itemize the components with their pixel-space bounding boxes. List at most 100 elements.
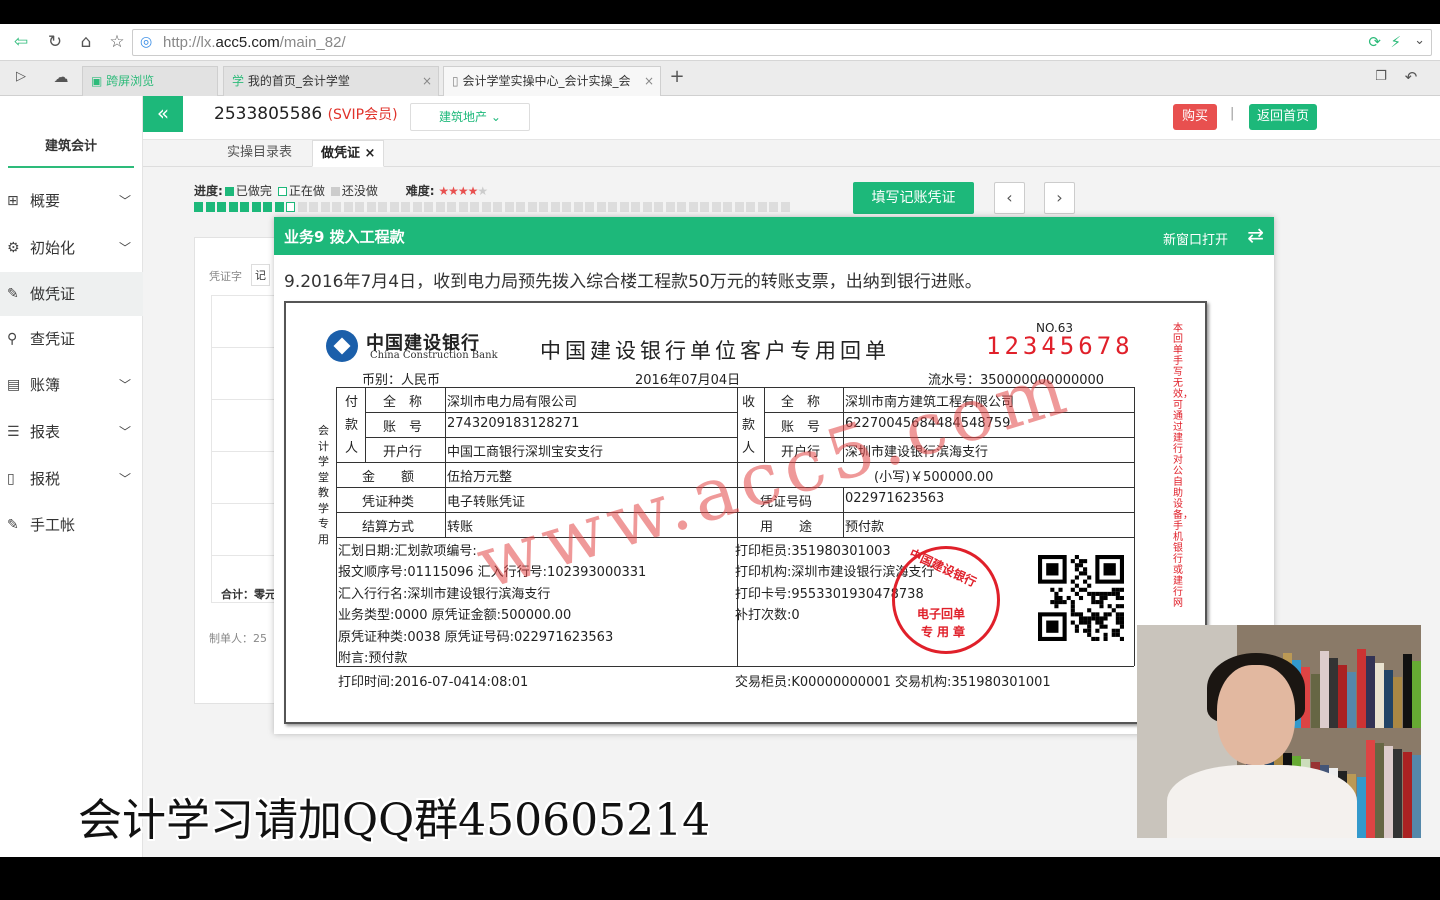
reload-icon[interactable]: ↻: [42, 30, 68, 54]
progress-cell[interactable]: [458, 202, 468, 212]
brand-underline: [8, 166, 134, 168]
todo-swatch: [330, 187, 340, 196]
difficulty-stars: ★★★★★: [438, 184, 488, 198]
progress-cell[interactable]: [608, 202, 617, 212]
progress-cell[interactable]: [297, 202, 307, 212]
progress-cell[interactable]: [539, 202, 548, 212]
close-icon[interactable]: ×: [365, 146, 376, 161]
back-home-button[interactable]: 返回首页: [1249, 104, 1317, 130]
sidebar-item-report[interactable]: ☰ 报表 ﹀: [0, 410, 143, 454]
back-icon[interactable]: ⇦: [8, 30, 34, 54]
progress-cell[interactable]: [286, 202, 295, 212]
progress-cell[interactable]: [677, 202, 686, 212]
sidebar-toggle-icon[interactable]: ▷: [8, 65, 34, 89]
book: [1402, 654, 1412, 728]
progress-cell[interactable]: [194, 202, 203, 212]
voucher-char-select[interactable]: 记: [251, 264, 270, 286]
progress-cell[interactable]: [263, 202, 272, 212]
progress-cell[interactable]: [424, 202, 433, 212]
cloud-icon[interactable]: ☁: [48, 65, 74, 89]
progress-cell[interactable]: [516, 202, 525, 212]
progress-cell[interactable]: [412, 202, 422, 212]
progress-cell[interactable]: [688, 202, 698, 212]
browser-tab-home[interactable]: 学 我的首页_会计学堂 ×: [223, 66, 439, 96]
new-tab-icon[interactable]: +: [664, 65, 690, 89]
progress-cell[interactable]: [389, 202, 399, 212]
chevron-down-icon[interactable]: ⌄: [1414, 33, 1425, 48]
progress-cell[interactable]: [481, 202, 491, 212]
progress-cell[interactable]: [619, 202, 629, 212]
progress-cell[interactable]: [401, 202, 410, 212]
book: [1319, 651, 1329, 728]
progress-cell[interactable]: [274, 202, 284, 212]
sidebar-item-query-voucher[interactable]: ⚲ 查凭证: [0, 317, 143, 361]
progress-cell[interactable]: [504, 202, 514, 212]
progress-cell[interactable]: [757, 202, 767, 212]
close-icon[interactable]: ×: [422, 67, 432, 95]
browser-tab-practice[interactable]: ▯ 会计学堂实操中心_会计实操_会 ×: [443, 66, 661, 96]
progress-cell[interactable]: [527, 202, 537, 212]
progress-cell[interactable]: [700, 202, 709, 212]
prev-button[interactable]: ‹: [994, 182, 1025, 214]
progress-cell[interactable]: [228, 202, 238, 212]
collapse-sidebar-button[interactable]: «: [143, 96, 183, 132]
sidebar-item-init[interactable]: ⚙ 初始化 ﹀: [0, 226, 143, 270]
progress-cell[interactable]: [205, 202, 215, 212]
progress-cell[interactable]: [378, 202, 387, 212]
progress-cell[interactable]: [320, 202, 330, 212]
next-button[interactable]: ›: [1044, 182, 1075, 214]
progress-cell[interactable]: [711, 202, 721, 212]
progress-cell[interactable]: [573, 202, 583, 212]
progress-cell[interactable]: [470, 202, 479, 212]
restore-icon[interactable]: ❐: [1368, 65, 1394, 89]
progress-cell[interactable]: [562, 202, 571, 212]
popup-title: 业务9 拨入工程款: [284, 228, 405, 246]
progress-cell[interactable]: [550, 202, 560, 212]
progress-cell[interactable]: [447, 202, 456, 212]
progress-cell[interactable]: [746, 202, 755, 212]
close-icon[interactable]: ×: [644, 67, 654, 95]
sidebar-item-manual[interactable]: ✎ 手工帐: [0, 503, 143, 547]
lightning-icon[interactable]: ⚡: [1390, 33, 1401, 51]
home-icon[interactable]: ⌂: [73, 30, 99, 54]
buy-button[interactable]: 购买: [1173, 104, 1217, 130]
progress-cell[interactable]: [585, 202, 594, 212]
progress-cell[interactable]: [734, 202, 744, 212]
sidebar-item-ledger[interactable]: ▤ 账簿 ﹀: [0, 363, 143, 407]
refresh-icon[interactable]: ⟳: [1368, 33, 1381, 51]
sidebar-item-overview[interactable]: ⊞ 概要 ﹀: [0, 179, 143, 223]
progress-cell[interactable]: [309, 202, 318, 212]
undo-icon[interactable]: ↶: [1398, 65, 1424, 89]
line: [365, 412, 737, 413]
progress-cell[interactable]: [435, 202, 445, 212]
progress-cell[interactable]: [493, 202, 502, 212]
progress-cell[interactable]: [240, 202, 249, 212]
tab-make-voucher[interactable]: 做凭证 ×: [312, 140, 385, 167]
progress-cell[interactable]: [769, 202, 778, 212]
sidebar-item-make-voucher[interactable]: ✎ 做凭证: [0, 272, 143, 316]
browser-tab-cross-screen[interactable]: ▣ 跨屏浏览: [82, 66, 218, 96]
progress-cell[interactable]: [217, 202, 226, 212]
progress-cell[interactable]: [665, 202, 675, 212]
swap-icon[interactable]: ⇄: [1247, 223, 1264, 247]
progress-cell[interactable]: [654, 202, 663, 212]
progress-cell[interactable]: [343, 202, 353, 212]
open-new-window-link[interactable]: 新窗口打开: [1163, 229, 1228, 248]
sidebar-item-tax[interactable]: ▯ 报税 ﹀: [0, 457, 143, 501]
book: [1365, 656, 1375, 728]
star-icon[interactable]: ☆: [104, 30, 130, 54]
progress-cell[interactable]: [631, 202, 640, 212]
tab-practice-list[interactable]: 实操目录表: [219, 140, 300, 167]
progress-cell[interactable]: [780, 202, 790, 212]
progress-cell[interactable]: [642, 202, 652, 212]
progress-cell[interactable]: [251, 202, 261, 212]
industry-dropdown[interactable]: 建筑地产 ⌄: [410, 103, 530, 131]
progress-cell[interactable]: [723, 202, 732, 212]
report-icon: ☰: [7, 424, 20, 440]
progress-cell[interactable]: [355, 202, 364, 212]
progress-cell[interactable]: [332, 202, 341, 212]
progress-cell[interactable]: [596, 202, 606, 212]
fill-voucher-button[interactable]: 填写记账凭证: [853, 182, 974, 214]
url-input[interactable]: ◎ http://lx.acc5.com/main_82/ ⟳ ⚡ ⌄: [132, 29, 1432, 56]
progress-cell[interactable]: [366, 202, 376, 212]
